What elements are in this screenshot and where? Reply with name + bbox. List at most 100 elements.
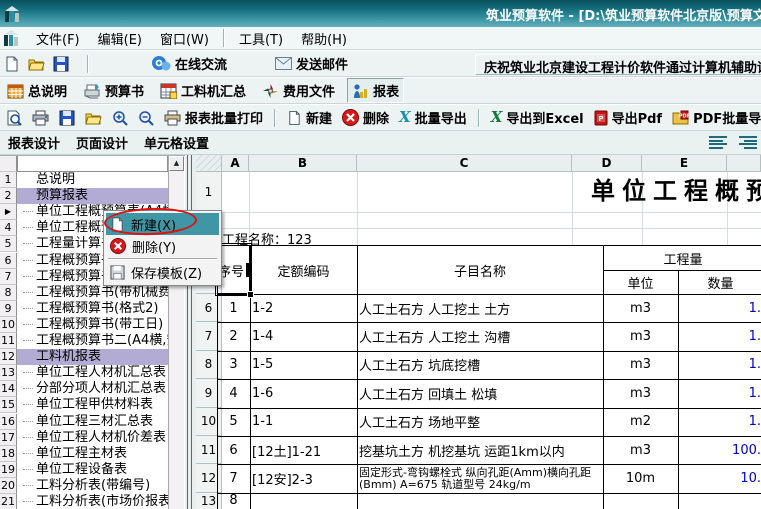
- cell-code[interactable]: 1-2: [252, 294, 357, 322]
- cell-name[interactable]: 人工土石方 人工挖土 沟槽: [359, 322, 602, 350]
- align-left-icon[interactable]: [709, 135, 727, 150]
- column-header-E[interactable]: E: [642, 155, 727, 172]
- menu-tools[interactable]: 工具(T): [230, 27, 292, 50]
- new-file-button[interactable]: [0, 54, 24, 74]
- cost-file-button[interactable]: 费用文件: [258, 79, 339, 102]
- sidebar-item[interactable]: 工料分析表(带编号): [17, 478, 168, 494]
- cell-code[interactable]: 1-1: [252, 408, 357, 436]
- menu-help[interactable]: 帮助(H): [292, 27, 356, 50]
- cell-unit[interactable]: m2: [603, 408, 678, 436]
- cell-qty[interactable]: 1.: [678, 351, 761, 379]
- header-name[interactable]: 子目名称: [357, 246, 603, 294]
- cell-code[interactable]: 1-5: [252, 351, 357, 379]
- sidebar-item[interactable]: 预算报表: [17, 188, 168, 204]
- cell-seq[interactable]: 8: [217, 493, 250, 509]
- cell-qty[interactable]: 10.: [678, 464, 761, 492]
- sidebar-item[interactable]: 工程概预算书(带机械费): [17, 285, 168, 301]
- cell-name[interactable]: [359, 493, 602, 509]
- save-button[interactable]: [49, 54, 73, 74]
- cell-unit[interactable]: [603, 493, 678, 509]
- open-button[interactable]: [81, 108, 106, 128]
- sidebar-item[interactable]: 工程概预算书二(A4横,安装: [17, 333, 168, 349]
- header-qty[interactable]: 数量: [678, 270, 761, 294]
- cell-unit[interactable]: m3: [603, 294, 678, 322]
- cell-seq[interactable]: 6: [217, 436, 250, 464]
- budget-book-button[interactable]: 预算书: [79, 79, 148, 102]
- pane-splitter[interactable]: [185, 155, 196, 509]
- sidebar-item[interactable]: 工料机报表: [17, 349, 168, 365]
- header-qty-group[interactable]: 工程量: [603, 246, 761, 270]
- cell-qty[interactable]: [678, 493, 761, 509]
- cell-name[interactable]: 人工土石方 回填土 松填: [359, 379, 602, 407]
- export-excel-button[interactable]: X 导出到Excel: [487, 106, 588, 129]
- tab-cell-settings[interactable]: 单元格设置: [136, 130, 217, 155]
- sidebar-item[interactable]: 单位工程甲供材料表: [17, 397, 168, 413]
- sidebar-item[interactable]: 分部分项人材机汇总表: [17, 381, 168, 397]
- scroll-up-icon[interactable]: ▲: [169, 156, 184, 171]
- cell-code[interactable]: [12安]2-3: [252, 464, 357, 492]
- zoom-in-button[interactable]: [108, 108, 132, 128]
- cell-name[interactable]: 人工土石方 人工挖土 土方: [359, 294, 602, 322]
- new-report-button[interactable]: 新建: [283, 106, 336, 129]
- cell-name[interactable]: 人工土石方 场地平整: [359, 408, 602, 436]
- header-code[interactable]: 定额编码: [250, 246, 357, 294]
- print-preview-button[interactable]: [2, 108, 26, 128]
- tab-report-design[interactable]: 报表设计: [0, 130, 68, 155]
- zoom-out-button[interactable]: [134, 108, 158, 128]
- cell-code[interactable]: 1-4: [252, 322, 357, 350]
- align-right-icon[interactable]: [739, 135, 757, 150]
- pdf-batch-export-button[interactable]: PDF PDF批量导出: [668, 106, 761, 129]
- batch-print-button[interactable]: 报表批量打印: [160, 106, 267, 129]
- cell-unit[interactable]: m3: [603, 322, 678, 350]
- cell-seq[interactable]: 5: [217, 408, 250, 436]
- cell-qty[interactable]: 1.: [678, 408, 761, 436]
- export-pdf-button[interactable]: P 导出Pdf: [590, 106, 667, 129]
- context-menu-save-template[interactable]: 保存模板(Z): [106, 261, 219, 283]
- open-file-button[interactable]: [24, 54, 49, 74]
- sidebar-item[interactable]: 单位工程主材表: [17, 446, 168, 462]
- cell-seq[interactable]: 1: [217, 294, 250, 322]
- reports-button[interactable]: 报表: [347, 78, 404, 103]
- cell-name[interactable]: 固定形式-弯钩螺栓式 纵向孔距(Amm)横向孔距(Bmm) A=675 轨道型号…: [359, 464, 602, 492]
- online-chat-button[interactable]: 在线交流: [147, 52, 231, 75]
- menu-edit[interactable]: 编辑(E): [89, 27, 151, 50]
- cell-qty[interactable]: 100.: [678, 436, 761, 464]
- selection-handle[interactable]: [247, 291, 254, 298]
- sidebar-item[interactable]: 工料分析表(市场价报表): [17, 494, 168, 509]
- sidebar-item[interactable]: 单位工程人材机价差表: [17, 430, 168, 446]
- menu-file[interactable]: 文件(F): [27, 27, 89, 50]
- cell-name[interactable]: 人工土石方 坑底挖槽: [359, 351, 602, 379]
- column-header-D[interactable]: D: [572, 155, 642, 172]
- sidebar-item[interactable]: 总说明: [17, 172, 168, 188]
- menu-window[interactable]: 窗口(W): [151, 27, 218, 50]
- context-menu-delete[interactable]: 删除(Y): [106, 235, 219, 257]
- cell-unit[interactable]: m3: [603, 436, 678, 464]
- cell-code[interactable]: [12土]1-21: [252, 436, 357, 464]
- labor-material-summary-button[interactable]: 工料机汇总: [156, 79, 250, 102]
- cell-qty[interactable]: 1.: [678, 294, 761, 322]
- sheet-corner-cell[interactable]: [196, 155, 222, 172]
- column-header-C[interactable]: C: [357, 155, 572, 172]
- row-header-1[interactable]: 1: [196, 172, 222, 212]
- cell-code[interactable]: 1-6: [252, 379, 357, 407]
- general-notes-button[interactable]: 总说明: [3, 79, 71, 102]
- cell-qty[interactable]: 1.: [678, 379, 761, 407]
- cell-name[interactable]: 挖基坑土方 机挖基坑 运距1km以内: [359, 436, 602, 464]
- delete-report-button[interactable]: 删除: [338, 106, 393, 129]
- header-unit[interactable]: 单位: [603, 270, 678, 294]
- cell-seq[interactable]: 2: [217, 322, 250, 350]
- column-header-B[interactable]: B: [249, 155, 357, 172]
- sidebar-item[interactable]: 单位工程人材机汇总表: [17, 365, 168, 381]
- sidebar-item[interactable]: 工程概预算书(带工日): [17, 317, 168, 333]
- save-button[interactable]: [55, 108, 79, 128]
- cell-unit[interactable]: 10m: [603, 464, 678, 492]
- cell-unit[interactable]: m3: [603, 351, 678, 379]
- send-mail-button[interactable]: 发送邮件: [271, 52, 352, 75]
- tab-page-design[interactable]: 页面设计: [68, 130, 136, 155]
- cell-seq[interactable]: 7: [217, 464, 250, 492]
- batch-export-button[interactable]: X 批量导出: [395, 106, 471, 129]
- cell-seq[interactable]: 4: [217, 379, 250, 407]
- cell-seq[interactable]: 3: [217, 351, 250, 379]
- cell-unit[interactable]: m3: [603, 379, 678, 407]
- print-button[interactable]: [28, 108, 53, 128]
